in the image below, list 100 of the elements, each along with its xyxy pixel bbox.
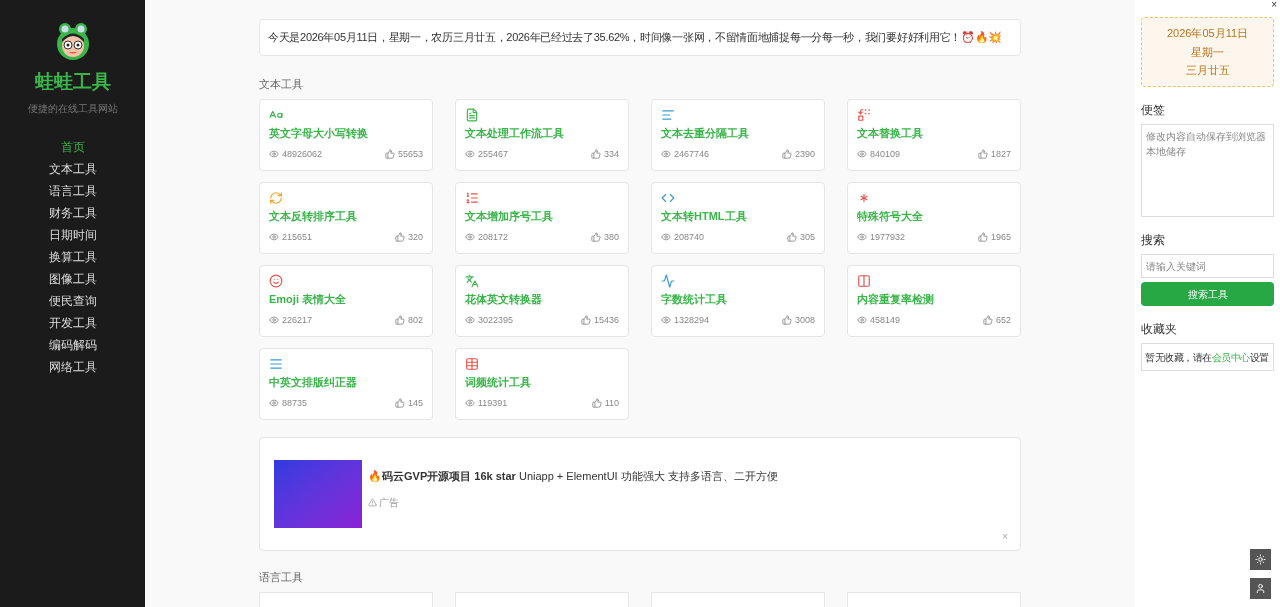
nav-link[interactable]: 网络工具 — [48, 357, 97, 376]
swap-icon — [857, 108, 871, 122]
theme-toggle-button[interactable] — [1250, 549, 1271, 570]
tagline: 便捷的在线工具网站 — [27, 101, 118, 116]
tool-card[interactable]: 文本去重分隔工具 2467746 2390 — [651, 99, 825, 171]
tool-card[interactable]: 词频统计工具 119391 110 — [455, 348, 629, 420]
thumbs-up-icon — [781, 149, 792, 160]
tool-name: 文本转HTML工具 — [661, 209, 748, 224]
view-count: 215651 — [282, 230, 313, 244]
date-notice: 今天是2026年05月11日，星期一，农历三月廿五，2026年已经过去了35.62%，时间像一张网，不留情面地捕捉每一分每一秒，我们要好好利用它！⏰🔥💥 — [259, 19, 1021, 56]
eye-icon — [661, 232, 671, 243]
eye-icon — [661, 315, 671, 326]
tool-card[interactable]: 中英文排版纠正器 88735 145 — [259, 348, 433, 420]
notes-field[interactable]: 修改内容自动保存到浏览器本地储存 — [1141, 124, 1274, 217]
tool-name: 中英文排版纠正器 — [269, 375, 358, 390]
tool-name: 字数统计工具 — [661, 292, 728, 307]
section-title: 语言工具 — [259, 570, 304, 585]
table-icon — [465, 357, 479, 371]
view-count: 1977932 — [870, 230, 906, 244]
like-count: 2390 — [794, 147, 815, 161]
tool-name: 文本替换工具 — [857, 126, 924, 141]
eye-icon — [269, 149, 279, 160]
like-count: 652 — [995, 313, 1011, 327]
search-title: 搜索 — [1141, 232, 1166, 249]
tool-card[interactable]: 字数统计工具 1328294 3008 — [651, 265, 825, 337]
view-count: 88735 — [282, 396, 308, 410]
member-center-link[interactable]: 会员中心 — [1211, 349, 1250, 365]
view-count: 119391 — [478, 396, 508, 410]
thumbs-up-icon — [590, 149, 601, 160]
eye-icon — [465, 315, 475, 326]
ad-label: 广告 — [379, 495, 399, 510]
date-text: 2026年05月11日 — [1166, 26, 1249, 42]
lunar-date: 三月廿五 — [1185, 63, 1230, 79]
nav-link[interactable]: 日期时间 — [48, 225, 97, 244]
view-count: 458149 — [870, 313, 901, 327]
tool-card[interactable]: 英文字母大小写转换 48926062 55653 — [259, 99, 433, 171]
eye-icon — [465, 149, 475, 160]
user-icon — [1255, 583, 1266, 594]
nav-link[interactable]: 语言工具 — [48, 181, 97, 200]
favorites-text: 暂无收藏，请在 — [1145, 350, 1212, 365]
lines-icon — [269, 357, 283, 371]
eye-icon — [465, 232, 475, 243]
like-count: 1827 — [990, 147, 1011, 161]
ad-close-button[interactable]: × — [1002, 532, 1008, 542]
thumbs-up-icon — [982, 315, 993, 326]
thumbs-up-icon — [786, 232, 797, 243]
search-field[interactable]: 请输入关键词 — [1141, 254, 1274, 278]
like-count: 320 — [407, 230, 423, 244]
like-count: 3008 — [794, 313, 815, 327]
view-count: 48926062 — [282, 147, 323, 161]
like-count: 110 — [604, 396, 619, 410]
like-count: 15436 — [593, 313, 619, 327]
tool-name: 词频统计工具 — [465, 375, 532, 390]
nav-link[interactable]: 首页 — [60, 137, 85, 156]
nav-link[interactable]: 便民查询 — [48, 291, 97, 310]
document-icon — [465, 108, 479, 122]
thumbs-up-icon — [384, 149, 395, 160]
eye-icon — [857, 315, 867, 326]
tool-card[interactable]: 内容重复率检测 458149 652 — [847, 265, 1021, 337]
thumbs-up-icon — [591, 398, 602, 409]
tool-card[interactable]: 文本转HTML工具 208740 305 — [651, 182, 825, 254]
nav-link[interactable]: 编码解码 — [48, 335, 97, 354]
like-count: 1965 — [990, 230, 1011, 244]
thumbs-up-icon — [394, 398, 405, 409]
tool-name: Emoji 表情大全 — [269, 292, 347, 307]
view-count: 840109 — [870, 147, 901, 161]
view-count: 3022395 — [478, 313, 514, 327]
tool-name: 英文字母大小写转换 — [269, 126, 369, 141]
nav-link[interactable]: 文本工具 — [48, 159, 97, 178]
nav-link[interactable]: 开发工具 — [48, 313, 97, 332]
wave-icon — [661, 274, 675, 288]
view-count: 1328294 — [674, 313, 710, 327]
tool-card[interactable]: 特殊符号大全 1977932 1965 — [847, 182, 1021, 254]
code-icon — [661, 191, 675, 205]
nav-link[interactable]: 图像工具 — [48, 269, 97, 288]
sun-icon — [1255, 554, 1266, 565]
close-button[interactable]: × — [1271, 0, 1277, 10]
nav-link[interactable]: 财务工具 — [48, 203, 97, 222]
user-button[interactable] — [1250, 578, 1271, 599]
tool-card[interactable]: Emoji 表情大全 226217 802 — [259, 265, 433, 337]
frog-logo-icon — [54, 22, 91, 60]
search-button[interactable]: 搜索工具 — [1141, 282, 1274, 306]
tool-name: 花体英文转换器 — [465, 292, 543, 307]
thumbs-up-icon — [781, 315, 792, 326]
tool-card[interactable]: 花体英文转换器 3022395 15436 — [455, 265, 629, 337]
eye-icon — [661, 149, 671, 160]
thumbs-up-icon — [590, 232, 601, 243]
nav-link[interactable]: 换算工具 — [48, 247, 97, 266]
asterisk-icon — [857, 191, 871, 205]
eye-icon — [857, 232, 867, 243]
tool-card[interactable]: 文本替换工具 840109 1827 — [847, 99, 1021, 171]
like-count: 334 — [603, 147, 619, 161]
like-count: 145 — [407, 396, 423, 410]
tool-name: 内容重复率检测 — [857, 292, 935, 307]
tool-card[interactable]: 文本处理工作流工具 255467 334 — [455, 99, 629, 171]
tool-card[interactable]: 文本增加序号工具 208172 380 — [455, 182, 629, 254]
letters-icon — [465, 274, 479, 288]
section-title: 文本工具 — [259, 76, 304, 92]
eye-icon — [269, 315, 279, 326]
tool-card[interactable]: 文本反转排序工具 215651 320 — [259, 182, 433, 254]
